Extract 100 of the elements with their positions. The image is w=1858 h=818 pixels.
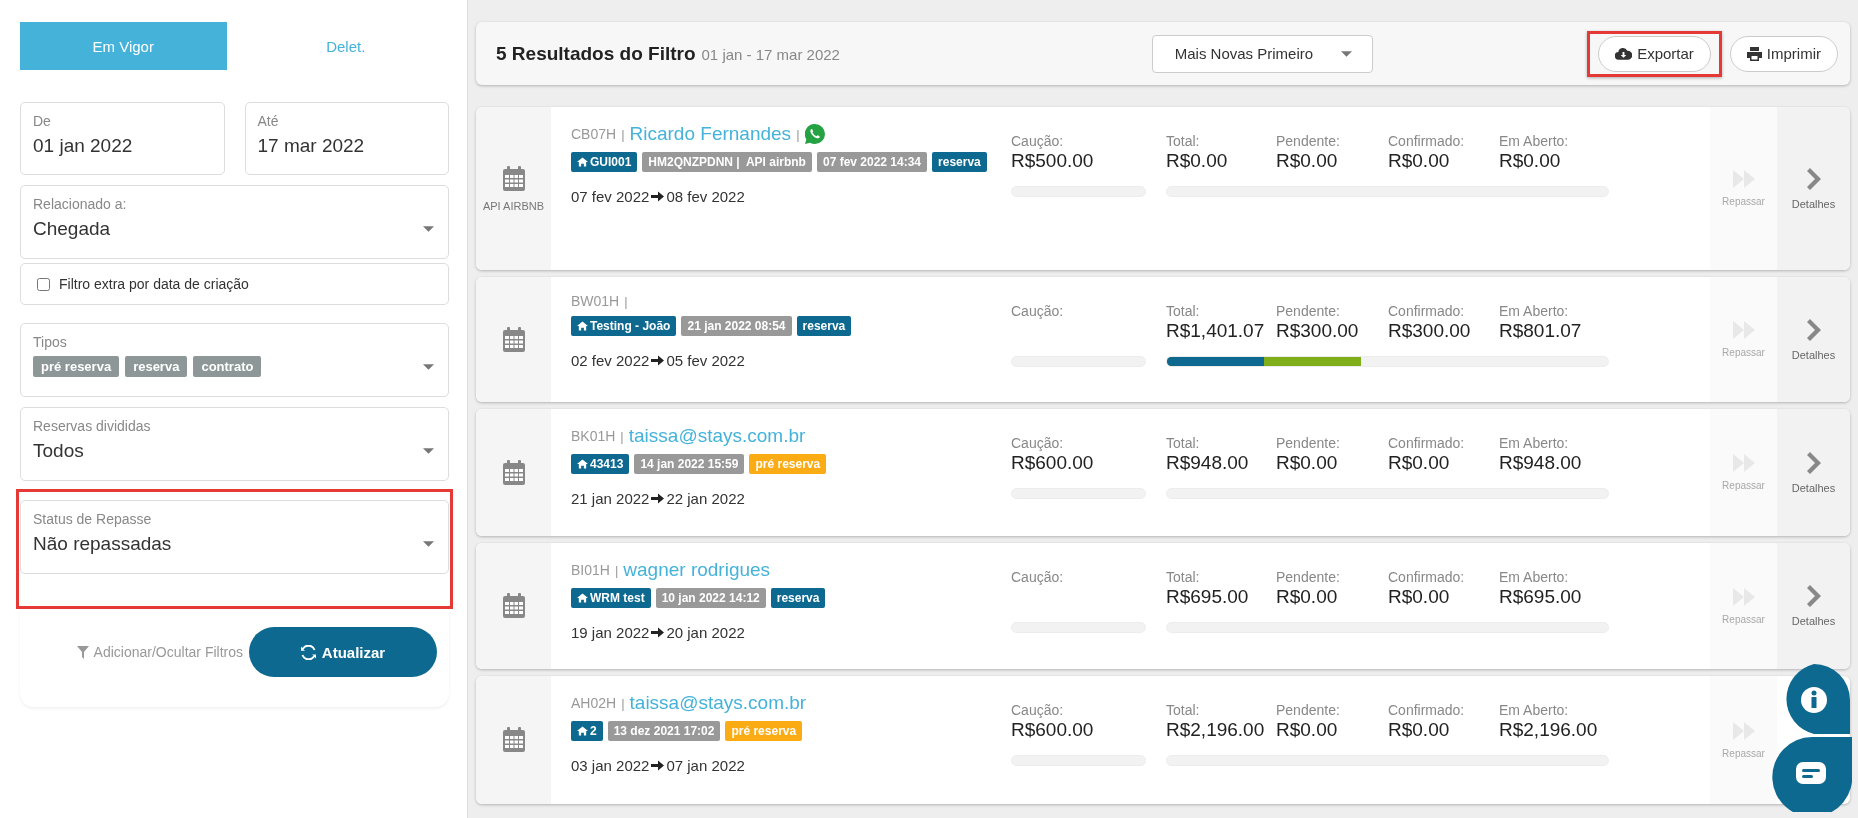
amount-label: Pendente: xyxy=(1276,303,1341,319)
checkin-date: 03 jan 2022 xyxy=(571,757,650,774)
amount-label: Caução: xyxy=(1011,133,1065,149)
amount-value: R$2,196.00 xyxy=(1499,719,1599,741)
select-field[interactable]: Status de Repasse Não repassadas xyxy=(20,500,449,574)
chevron-right-icon xyxy=(1806,451,1821,474)
separator: | xyxy=(620,428,624,444)
home-icon xyxy=(577,726,588,736)
calendar-icon xyxy=(501,326,526,353)
calendar-icon xyxy=(501,165,526,192)
amount-label: Total: xyxy=(1166,702,1201,718)
amount-value: R$2,196.00 xyxy=(1166,719,1266,741)
date-field[interactable]: Até 17 mar 2022 xyxy=(244,102,449,175)
caret-icon xyxy=(423,541,434,547)
checkin-date: 07 fev 2022 xyxy=(571,188,650,205)
details-button[interactable]: Detalhes xyxy=(1777,277,1850,402)
tag: 21 jan 2022 08:54 xyxy=(681,316,792,336)
field-label: Reservas divididas xyxy=(33,418,152,434)
separator: | xyxy=(621,695,625,711)
arrow-right-icon xyxy=(651,354,665,367)
amount-value: R$600.00 xyxy=(1011,719,1095,741)
amount-value: R$0.00 xyxy=(1388,719,1451,741)
amount-value: R$0.00 xyxy=(1388,586,1451,608)
amount-label: Em Aberto: xyxy=(1499,133,1570,149)
cloud-download-icon xyxy=(1615,47,1633,60)
caret-icon xyxy=(423,364,434,370)
sort-dropdown[interactable]: Mais Novas Primeiro xyxy=(1151,34,1374,73)
amount-value: R$0.00 xyxy=(1276,452,1339,474)
checkin-date: 02 fev 2022 xyxy=(571,352,650,369)
tag: 2 xyxy=(571,721,603,741)
checkbox[interactable] xyxy=(37,277,50,291)
tag: 14 jan 2022 15:59 xyxy=(634,454,745,474)
amount-value: R$695.00 xyxy=(1166,586,1250,608)
chevron-right-icon xyxy=(1806,318,1821,341)
refresh-button[interactable]: Atualizar xyxy=(249,627,437,677)
amount-value: R$0.00 xyxy=(1388,452,1451,474)
amount-value: R$1,401.07 xyxy=(1166,320,1266,342)
select-field[interactable]: Tipos pré reserva reserva contrato xyxy=(20,323,449,397)
amount-label: Pendente: xyxy=(1276,569,1341,585)
print-button[interactable]: Imprimir xyxy=(1729,35,1838,72)
amount-value: R$0.00 xyxy=(1276,586,1339,608)
date-field[interactable]: De 01 jan 2022 xyxy=(20,102,225,175)
amount-label: Confirmado: xyxy=(1388,303,1466,319)
field-label: Até xyxy=(257,113,280,129)
checkout-date: 20 jan 2022 xyxy=(666,624,745,641)
checkin-date: 21 jan 2022 xyxy=(571,490,650,507)
amount-label: Confirmado: xyxy=(1388,569,1466,585)
booking-code: BK01H xyxy=(571,428,616,444)
amount-label: Caução: xyxy=(1011,435,1065,451)
amount-value: R$0.00 xyxy=(1276,150,1339,172)
home-icon xyxy=(577,321,588,331)
amount-value: R$948.00 xyxy=(1166,452,1250,474)
amount-value: R$695.00 xyxy=(1499,586,1583,608)
home-icon xyxy=(577,593,588,603)
booking-code: BW01H xyxy=(571,293,620,309)
whatsapp-icon[interactable] xyxy=(804,124,825,144)
caret-icon xyxy=(1341,50,1353,57)
amount-value: R$600.00 xyxy=(1011,452,1095,474)
amount-label: Confirmado: xyxy=(1388,702,1466,718)
arrow-right-icon xyxy=(651,759,665,772)
home-icon xyxy=(577,157,588,167)
type-chip: reserva xyxy=(125,356,188,377)
tag: reserva xyxy=(932,152,987,172)
amount-value: R$300.00 xyxy=(1276,320,1360,342)
field-value: 01 jan 2022 xyxy=(33,135,133,157)
booking-code: BI01H xyxy=(571,562,610,578)
checkin-date: 19 jan 2022 xyxy=(571,624,650,641)
tag: pré reserva xyxy=(725,721,803,741)
amount-value: R$0.00 xyxy=(1499,150,1562,172)
amount-value: R$0.00 xyxy=(1166,150,1229,172)
details-button[interactable]: Detalhes xyxy=(1777,543,1850,669)
details-button[interactable]: Detalhes xyxy=(1777,107,1850,270)
tag: GUI001 xyxy=(571,152,638,172)
amount-value: R$948.00 xyxy=(1499,452,1583,474)
select-field[interactable]: Relacionado a: Chegada xyxy=(20,185,449,259)
amount-label: Pendente: xyxy=(1276,133,1341,149)
tag: Testing - João xyxy=(571,316,677,336)
field-value: 17 mar 2022 xyxy=(257,135,365,157)
checkbox-label: Filtro extra por data de criação xyxy=(59,276,249,292)
field-value: Não repassadas xyxy=(33,533,172,555)
export-button[interactable]: Exportar xyxy=(1598,35,1711,72)
field-value: Chegada xyxy=(33,218,111,240)
separator: | xyxy=(621,126,625,142)
amount-label: Total: xyxy=(1166,303,1201,319)
tag: 07 fev 2022 14:34 xyxy=(816,152,928,172)
filter-icon xyxy=(76,645,89,659)
toggle-filters-link[interactable]: Adicionar/Ocultar Filtros xyxy=(76,644,243,660)
checkout-date: 07 jan 2022 xyxy=(666,757,745,774)
field-label: Tipos xyxy=(33,334,68,350)
tag: 13 dez 2021 17:02 xyxy=(607,721,721,741)
results-title: 5 Resultados do Filtro xyxy=(496,42,696,65)
amount-value: R$0.00 xyxy=(1276,719,1339,741)
date-range: 01 jan - 17 mar 2022 xyxy=(701,45,840,63)
select-field[interactable]: Reservas divididas Todos xyxy=(20,407,449,481)
checkout-date: 08 fev 2022 xyxy=(666,188,745,205)
details-button[interactable]: Detalhes xyxy=(1777,409,1850,536)
amount-label: Total: xyxy=(1166,569,1201,585)
field-value: Todos xyxy=(33,440,84,462)
type-chip: pré reserva xyxy=(33,356,120,377)
chat-button[interactable] xyxy=(1772,737,1852,812)
